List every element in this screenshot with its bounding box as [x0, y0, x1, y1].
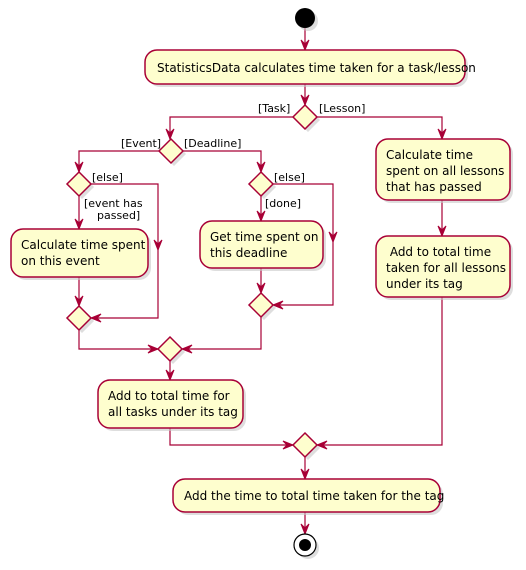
guard-event: [Event] [121, 137, 161, 150]
action-text-line: Get time spent on [210, 230, 318, 244]
action-text-line: Add to total time [386, 245, 491, 259]
action-text: StatisticsData calculates time taken for… [157, 61, 476, 75]
decision-deadline-done [247, 170, 276, 199]
start-node [295, 8, 315, 28]
action-text-line: that has passed [386, 180, 482, 194]
action-text-line: all tasks under its tag [108, 405, 238, 419]
action-text-line: this deadline [210, 246, 287, 260]
edge-deadline-branch [183, 150, 262, 172]
edge-event-merge-to-task-merge [78, 330, 158, 350]
merge-event [65, 304, 94, 333]
action-get-deadline: Get time spent on this deadline [199, 220, 326, 271]
action-text: Add the time to total time taken for the… [184, 489, 444, 503]
action-text-line: taken for all lessons [386, 261, 506, 275]
edge-event-branch [78, 150, 159, 172]
edge-task-branch [169, 116, 293, 139]
action-text-line: Calculate time [386, 148, 473, 162]
guard-event-passed-line2: passed] [97, 209, 140, 222]
guard-task: [Task] [258, 102, 290, 115]
decision-event-or-deadline [157, 137, 186, 166]
guard-lesson: [Lesson] [319, 102, 365, 115]
action-text-line: Calculate time spent [21, 238, 146, 252]
guard-event-else: [else] [92, 171, 123, 184]
guard-deadline: [Deadline] [184, 137, 241, 150]
action-text-line: spent on all lessons [386, 164, 504, 178]
merge-final [291, 431, 320, 460]
merge-deadline [247, 291, 276, 320]
edge-deadline-merge-to-task-merge [182, 317, 262, 350]
end-node-core [299, 539, 311, 551]
action-calc-task-lesson: StatisticsData calculates time taken for… [144, 49, 476, 87]
edge-add-lessons-to-final-merge [317, 297, 443, 446]
decision-event-passed [65, 170, 94, 199]
action-add-tasks: Add to total time for all tasks under it… [97, 379, 246, 431]
activity-diagram: StatisticsData calculates time taken for… [10, 8, 513, 559]
merge-task [156, 335, 185, 364]
action-add-lessons: Add to total time taken for all lessons … [375, 235, 513, 300]
decision-task-or-lesson [291, 103, 320, 132]
action-text-line: on this event [21, 254, 100, 268]
action-calc-event: Calculate time spent on this event [10, 228, 151, 280]
action-text-line: Add to total time for [108, 389, 230, 403]
action-calc-lessons: Calculate time spent on all lessons that… [375, 138, 513, 203]
action-text-line: under its tag [386, 277, 463, 291]
action-add-tag-total: Add the time to total time taken for the… [172, 478, 444, 515]
edge-lesson-branch [317, 116, 443, 139]
guard-deadline-else: [else] [274, 171, 305, 184]
guard-deadline-done: [done] [265, 197, 301, 210]
